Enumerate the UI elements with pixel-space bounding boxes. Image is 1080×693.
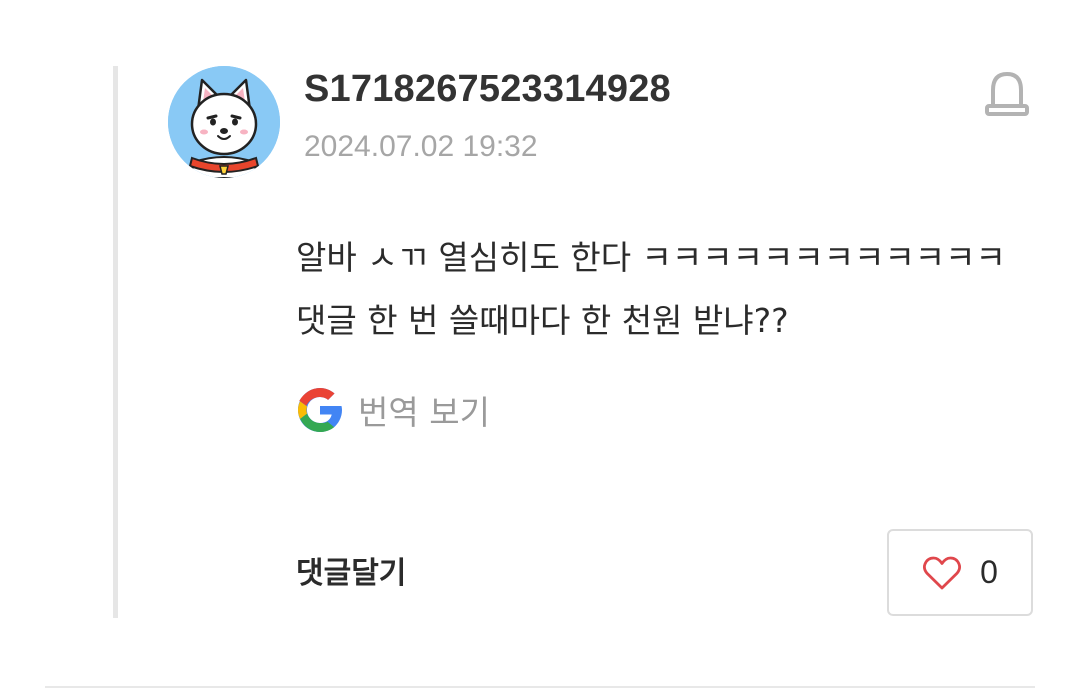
divider bbox=[45, 686, 1035, 688]
translate-label: 번역 보기 bbox=[358, 393, 490, 432]
comment-item: S1718267523314928 2024.07.02 19:32 알바 ㅅㄲ… bbox=[0, 0, 1080, 693]
reply-button[interactable]: 댓글달기 bbox=[296, 548, 406, 592]
translate-button[interactable]: 번역 보기 bbox=[296, 382, 490, 438]
comment-body: 알바 ㅅㄲ 열심히도 한다 ㅋㅋㅋㅋㅋㅋㅋㅋㅋㅋㅋㅋ댓글 한 번 쓸때마다 한 … bbox=[296, 238, 1006, 340]
comment-author[interactable]: S1718267523314928 bbox=[304, 68, 671, 111]
dog-avatar-icon bbox=[168, 66, 280, 178]
avatar[interactable] bbox=[168, 66, 280, 178]
report-button[interactable] bbox=[980, 66, 1034, 120]
like-count: 0 bbox=[980, 554, 998, 590]
thread-line bbox=[113, 66, 118, 618]
like-button[interactable]: 0 bbox=[887, 529, 1033, 616]
siren-icon bbox=[985, 72, 1029, 116]
heart-outline-icon bbox=[923, 556, 962, 589]
comment-timestamp: 2024.07.02 19:32 bbox=[304, 130, 538, 163]
google-g-icon bbox=[298, 388, 342, 432]
